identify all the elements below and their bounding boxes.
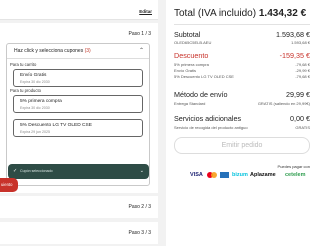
discount-label: Descuento xyxy=(174,51,209,60)
divider xyxy=(174,24,310,25)
shipping-label: Método de envío xyxy=(174,90,228,99)
coupon-option[interactable]: 5% primera compra Expira 30 dic 2030 xyxy=(13,95,143,113)
shipping-value: 29,99 € xyxy=(286,90,310,99)
aplazame-logo: Aplazame xyxy=(250,172,276,178)
coupon-option[interactable]: 5% Descuento LG TV OLED CSE Expira 29 ju… xyxy=(13,119,143,137)
discount-value: -159,35 € xyxy=(279,51,310,60)
order-summary-panel: Total (IVA incluido) 1.434,32 € Subtotal… xyxy=(166,0,320,246)
extras-label: Servicios adicionales xyxy=(174,114,242,123)
total-label: Total (IVA incluido) xyxy=(174,8,257,19)
coupon-name: Envío Gratis xyxy=(20,73,47,78)
total-value: 1.434,32 € xyxy=(258,8,307,19)
section-label-cart: Para tu carrito xyxy=(10,62,37,67)
section-label-product: Para tu producto xyxy=(10,88,41,93)
step-summary-card: Editar xyxy=(0,0,158,20)
bizum-logo: bizum xyxy=(232,172,248,178)
product-sku: OLED65C5ELB.AEU xyxy=(174,40,212,45)
discount-line-label: 5% primera compra xyxy=(174,62,209,67)
continue-button-label: uiento xyxy=(1,182,13,187)
coupon-name: 5% primera compra xyxy=(20,99,62,104)
coupon-selector: Haz click y selecciona cupones (3) ⌃ Par… xyxy=(6,43,150,186)
product-price: 1.593,68 € xyxy=(291,40,310,45)
applied-coupon-text: Cupón seleccionado xyxy=(20,169,53,173)
step-3-indicator: Paso 3 / 3 xyxy=(128,230,151,236)
cetelem-logo: cetelem xyxy=(285,172,306,178)
continue-button[interactable]: uiento xyxy=(0,178,18,192)
discount-line-value: -29,99 € xyxy=(295,68,310,73)
coupon-dropdown[interactable]: Haz click y selecciona cupones (3) ⌃ xyxy=(7,44,149,59)
step-2-indicator: Paso 2 / 3 xyxy=(128,204,151,210)
discount-line-value: -79,68 € xyxy=(295,74,310,79)
place-order-label: Emitir pedido xyxy=(221,142,263,149)
amex-icon xyxy=(220,172,229,178)
coupon-count: (3) xyxy=(84,48,91,54)
extras-line-value: GRATIS xyxy=(295,125,310,130)
mastercard-icon xyxy=(207,172,217,178)
discount-line-value: -79,68 € xyxy=(295,62,310,67)
extras-line-label: Servicio de recogida del producto antigu… xyxy=(174,125,248,130)
check-icon: ✓ xyxy=(13,168,18,174)
coupon-dropdown-label: Haz click y selecciona cupones (3) xyxy=(14,48,91,54)
visa-logo: VISA xyxy=(190,172,203,178)
chevron-up-icon[interactable]: ⌃ xyxy=(139,48,144,54)
order-total: Total (IVA incluido) 1.434,32 € xyxy=(174,8,306,19)
checkout-steps-column: Editar Paso 1 / 3 Haz click y selecciona… xyxy=(0,0,158,246)
shipping-line-label: Entrega Standard xyxy=(174,101,206,106)
coupon-expiry: Expira 30 dic 2030 xyxy=(20,106,50,110)
extras-value: 0,00 € xyxy=(290,114,310,123)
edit-link[interactable]: Editar xyxy=(139,9,152,14)
payment-label: Puedes pagar con xyxy=(277,164,310,169)
applied-coupon-bar[interactable]: ✓ Cupón seleccionado ⌄ xyxy=(8,164,149,179)
step-1-indicator: Paso 1 / 3 xyxy=(128,31,151,37)
subtotal-value: 1.593,68 € xyxy=(276,30,310,39)
chevron-down-icon[interactable]: ⌄ xyxy=(140,168,144,174)
step-1-card: Paso 1 / 3 Haz click y selecciona cupone… xyxy=(0,23,158,193)
discount-line-label: 5% Descuento LG TV OLED CSE xyxy=(174,74,234,79)
step-3-card[interactable]: Paso 3 / 3 xyxy=(0,222,158,244)
coupon-name: 5% Descuento LG TV OLED CSE xyxy=(20,123,92,128)
coupon-option[interactable]: Envío Gratis Expira 30 dic 2030 xyxy=(13,69,143,87)
coupon-dropdown-text: Haz click y selecciona cupones xyxy=(14,48,84,54)
payment-methods: VISA bizum Aplazame cetelem xyxy=(190,171,310,179)
coupon-expiry: Expira 30 dic 2030 xyxy=(20,80,50,84)
place-order-button[interactable]: Emitir pedido xyxy=(174,137,310,154)
discount-line-label: Envío Gratis xyxy=(174,68,197,73)
shipping-line-value: GRATIS (saliendo en 29,99€) xyxy=(257,101,310,106)
step-2-card[interactable]: Paso 2 / 3 xyxy=(0,196,158,218)
subtotal-label: Subtotal xyxy=(174,30,201,39)
coupon-expiry: Expira 29 jun 2025 xyxy=(20,130,50,134)
